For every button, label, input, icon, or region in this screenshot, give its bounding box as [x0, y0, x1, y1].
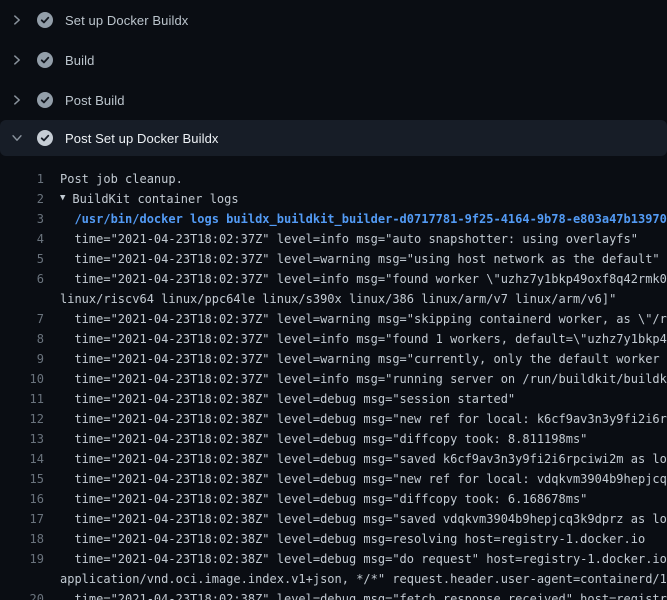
log-text: time="2021-04-23T18:02:38Z" level=debug …: [44, 492, 587, 506]
collapse-triangle-icon: ▼: [60, 193, 65, 203]
log-text: Post job cleanup.: [44, 172, 183, 186]
log-text: time="2021-04-23T18:02:38Z" level=debug …: [44, 412, 667, 426]
log-text: time="2021-04-23T18:02:38Z" level=debug …: [44, 452, 667, 466]
log-line: 16 time="2021-04-23T18:02:38Z" level=deb…: [0, 489, 667, 509]
log-line: 8 time="2021-04-23T18:02:37Z" level=info…: [0, 329, 667, 349]
log-line: 13 time="2021-04-23T18:02:38Z" level=deb…: [0, 429, 667, 449]
step-post-build[interactable]: Post Build: [0, 80, 667, 120]
line-number[interactable]: 9: [0, 352, 44, 366]
log-line-continuation: linux/riscv64 linux/ppc64le linux/s390x …: [0, 289, 667, 309]
step-list: Set up Docker Buildx Build Post Build: [0, 0, 667, 156]
log-text: time="2021-04-23T18:02:38Z" level=debug …: [44, 472, 667, 486]
log-panel: 1 Post job cleanup. 2 ▼ BuildKit containe…: [0, 156, 667, 600]
log-line-continuation: application/vnd.oci.image.index.v1+json,…: [0, 569, 667, 589]
chevron-down-icon: [10, 131, 24, 145]
log-line: 6 time="2021-04-23T18:02:37Z" level=info…: [0, 269, 667, 289]
log-text: time="2021-04-23T18:02:37Z" level=warnin…: [44, 312, 667, 326]
log-text: time="2021-04-23T18:02:38Z" level=debug …: [44, 592, 667, 600]
log-text: linux/riscv64 linux/ppc64le linux/s390x …: [44, 292, 616, 306]
log-text: time="2021-04-23T18:02:37Z" level=info m…: [44, 272, 667, 286]
chevron-right-icon: [10, 93, 24, 107]
log-line: 11 time="2021-04-23T18:02:38Z" level=deb…: [0, 389, 667, 409]
line-number[interactable]: 12: [0, 412, 44, 426]
line-number[interactable]: 17: [0, 512, 44, 526]
check-circle-icon: [37, 52, 53, 68]
line-number[interactable]: 13: [0, 432, 44, 446]
step-label: Set up Docker Buildx: [65, 13, 188, 28]
line-number[interactable]: 3: [0, 212, 44, 226]
log-text: time="2021-04-23T18:02:38Z" level=debug …: [44, 532, 645, 546]
check-circle-icon: [37, 130, 53, 146]
line-number[interactable]: 15: [0, 472, 44, 486]
log-text: application/vnd.oci.image.index.v1+json,…: [44, 572, 667, 586]
log-line: 17 time="2021-04-23T18:02:38Z" level=deb…: [0, 509, 667, 529]
step-label: Post Set up Docker Buildx: [65, 131, 219, 146]
line-number[interactable]: 20: [0, 592, 44, 600]
workflow-log-viewer: Set up Docker Buildx Build Post Build: [0, 0, 667, 600]
log-group-header[interactable]: 2 ▼ BuildKit container logs: [0, 189, 667, 209]
log-line: 20 time="2021-04-23T18:02:38Z" level=deb…: [0, 589, 667, 600]
line-number[interactable]: 16: [0, 492, 44, 506]
step-post-set-up-docker-buildx[interactable]: Post Set up Docker Buildx: [0, 120, 667, 156]
line-number[interactable]: 4: [0, 232, 44, 246]
line-number[interactable]: 19: [0, 552, 44, 566]
line-number[interactable]: 11: [0, 392, 44, 406]
log-line: 5 time="2021-04-23T18:02:37Z" level=warn…: [0, 249, 667, 269]
line-number[interactable]: 8: [0, 332, 44, 346]
line-number[interactable]: 10: [0, 372, 44, 386]
log-line: 9 time="2021-04-23T18:02:37Z" level=warn…: [0, 349, 667, 369]
step-label: Build: [65, 53, 94, 68]
log-line: 15 time="2021-04-23T18:02:38Z" level=deb…: [0, 469, 667, 489]
step-set-up-docker-buildx[interactable]: Set up Docker Buildx: [0, 0, 667, 40]
chevron-right-icon: [10, 13, 24, 27]
log-line: 1 Post job cleanup.: [0, 169, 667, 189]
log-text: time="2021-04-23T18:02:38Z" level=debug …: [44, 512, 667, 526]
log-group-toggle[interactable]: ▼ BuildKit container logs: [44, 192, 239, 206]
log-line: 10 time="2021-04-23T18:02:37Z" level=inf…: [0, 369, 667, 389]
log-text: time="2021-04-23T18:02:37Z" level=info m…: [44, 332, 667, 346]
log-line: 3 /usr/bin/docker logs buildx_buildkit_b…: [0, 209, 667, 229]
log-command-text: /usr/bin/docker logs buildx_buildkit_bui…: [44, 212, 667, 226]
line-number[interactable]: 14: [0, 452, 44, 466]
line-number[interactable]: 1: [0, 172, 44, 186]
log-line: 14 time="2021-04-23T18:02:38Z" level=deb…: [0, 449, 667, 469]
log-line: 12 time="2021-04-23T18:02:38Z" level=deb…: [0, 409, 667, 429]
log-group-title: BuildKit container logs: [72, 192, 238, 206]
log-line: 7 time="2021-04-23T18:02:37Z" level=warn…: [0, 309, 667, 329]
check-circle-icon: [37, 92, 53, 108]
line-number[interactable]: 2: [0, 192, 44, 206]
line-number[interactable]: 6: [0, 272, 44, 286]
log-text: time="2021-04-23T18:02:38Z" level=debug …: [44, 432, 587, 446]
log-text: time="2021-04-23T18:02:37Z" level=info m…: [44, 372, 667, 386]
step-label: Post Build: [65, 93, 125, 108]
line-number[interactable]: 7: [0, 312, 44, 326]
log-text: time="2021-04-23T18:02:37Z" level=warnin…: [44, 352, 667, 366]
log-line: 4 time="2021-04-23T18:02:37Z" level=info…: [0, 229, 667, 249]
log-text: time="2021-04-23T18:02:38Z" level=debug …: [44, 392, 515, 406]
check-circle-icon: [37, 12, 53, 28]
log-text: time="2021-04-23T18:02:37Z" level=warnin…: [44, 252, 660, 266]
step-build[interactable]: Build: [0, 40, 667, 80]
log-line: 18 time="2021-04-23T18:02:38Z" level=deb…: [0, 529, 667, 549]
line-number[interactable]: 5: [0, 252, 44, 266]
log-line: 19 time="2021-04-23T18:02:38Z" level=deb…: [0, 549, 667, 569]
chevron-right-icon: [10, 53, 24, 67]
log-text: time="2021-04-23T18:02:37Z" level=info m…: [44, 232, 638, 246]
line-number[interactable]: 18: [0, 532, 44, 546]
log-text: time="2021-04-23T18:02:38Z" level=debug …: [44, 552, 667, 566]
